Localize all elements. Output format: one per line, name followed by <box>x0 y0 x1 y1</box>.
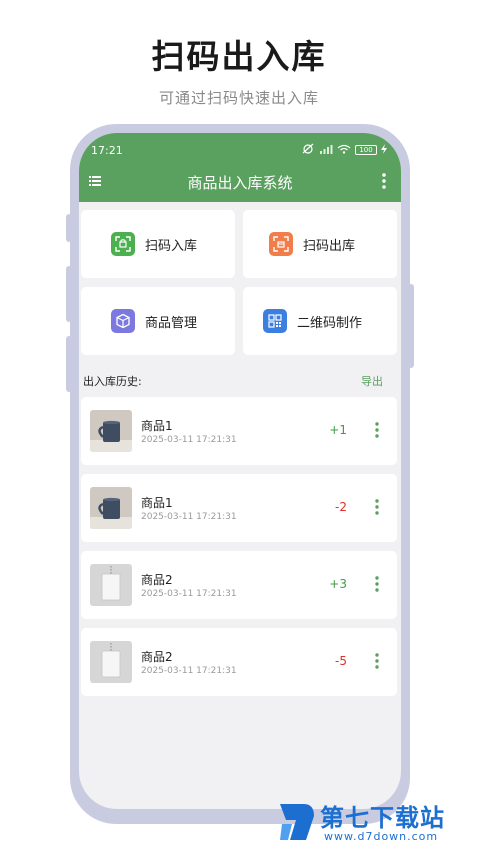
more-vert-icon[interactable] <box>381 172 387 190</box>
tile-label: 扫码入库 <box>145 238 198 254</box>
tag-thumbnail <box>90 564 132 606</box>
quantity-change: -5 <box>335 654 347 668</box>
mug-thumbnail <box>90 487 132 529</box>
box-icon <box>111 309 135 333</box>
history-row[interactable]: 商品1 2025-03-11 17:21:31 -2 <box>81 474 397 542</box>
product-name: 商品2 <box>141 650 173 664</box>
history-row[interactable]: 商品1 2025-03-11 17:21:31 +1 <box>81 397 397 465</box>
history-header: 出入库历史: 导出 <box>79 371 401 389</box>
menu-icon[interactable] <box>87 173 103 189</box>
record-date: 2025-03-11 17:21:31 <box>141 589 237 599</box>
phone-side-button <box>66 336 72 392</box>
phone-side-button <box>66 266 72 322</box>
charging-icon <box>381 143 387 157</box>
record-date: 2025-03-11 17:21:31 <box>141 666 237 676</box>
wifi-icon <box>337 144 351 157</box>
app-title: 商品出入库系统 <box>187 173 293 192</box>
alarm-off-icon <box>301 143 315 157</box>
status-time: 17:21 <box>91 143 123 157</box>
tile-label: 二维码制作 <box>297 315 363 331</box>
record-date: 2025-03-11 17:21:31 <box>141 435 237 445</box>
phone-power-button <box>408 284 414 368</box>
watermark-url: www.d7down.com <box>324 830 439 843</box>
tile-label: 扫码出库 <box>303 238 356 254</box>
quantity-change: +1 <box>329 423 347 437</box>
history-row[interactable]: 商品2 2025-03-11 17:21:31 -5 <box>81 628 397 696</box>
more-vert-icon[interactable] <box>375 499 379 515</box>
tile-qr-make[interactable]: 二维码制作 <box>243 287 397 355</box>
export-button[interactable]: 导出 <box>361 373 383 389</box>
tile-label: 商品管理 <box>145 315 198 331</box>
qr-code-icon <box>263 309 287 333</box>
tile-product-manage[interactable]: 商品管理 <box>81 287 235 355</box>
phone-screen: 17:21 100 商品出入库系统 扫码入库 扫码出库 商品管理 二维码制作 出… <box>79 133 401 809</box>
phone-side-button <box>66 214 72 242</box>
toolbar: 商品出入库系统 <box>79 169 401 195</box>
history-title: 出入库历史: <box>83 375 142 388</box>
more-vert-icon[interactable] <box>375 422 379 438</box>
tile-scan-in[interactable]: 扫码入库 <box>81 210 235 278</box>
more-vert-icon[interactable] <box>375 576 379 592</box>
record-date: 2025-03-11 17:21:31 <box>141 512 237 522</box>
history-row[interactable]: 商品2 2025-03-11 17:21:31 +3 <box>81 551 397 619</box>
watermark-text: 第七下载站 <box>320 804 445 832</box>
tag-thumbnail <box>90 641 132 683</box>
product-name: 商品2 <box>141 573 173 587</box>
product-name: 商品1 <box>141 496 173 510</box>
more-vert-icon[interactable] <box>375 653 379 669</box>
signal-icon <box>319 144 333 157</box>
scan-out-icon <box>269 232 293 256</box>
battery-icon: 100 <box>355 145 377 155</box>
mug-thumbnail <box>90 410 132 452</box>
tile-scan-out[interactable]: 扫码出库 <box>243 210 397 278</box>
phone-frame: 17:21 100 商品出入库系统 扫码入库 扫码出库 商品管理 二维码制作 出… <box>66 124 414 824</box>
quantity-change: +3 <box>329 577 347 591</box>
watermark-logo-icon <box>276 800 316 848</box>
scan-in-icon <box>111 232 135 256</box>
promo-subline: 可通过扫码快速出入库 <box>158 89 319 107</box>
app-bar: 17:21 100 商品出入库系统 <box>79 133 401 202</box>
promo-headline: 扫码出入库 <box>151 37 327 76</box>
product-name: 商品1 <box>141 419 173 433</box>
watermark: 第七下载站 www.d7down.com <box>276 798 472 846</box>
quantity-change: -2 <box>335 500 347 514</box>
status-bar: 17:21 100 <box>91 143 387 157</box>
